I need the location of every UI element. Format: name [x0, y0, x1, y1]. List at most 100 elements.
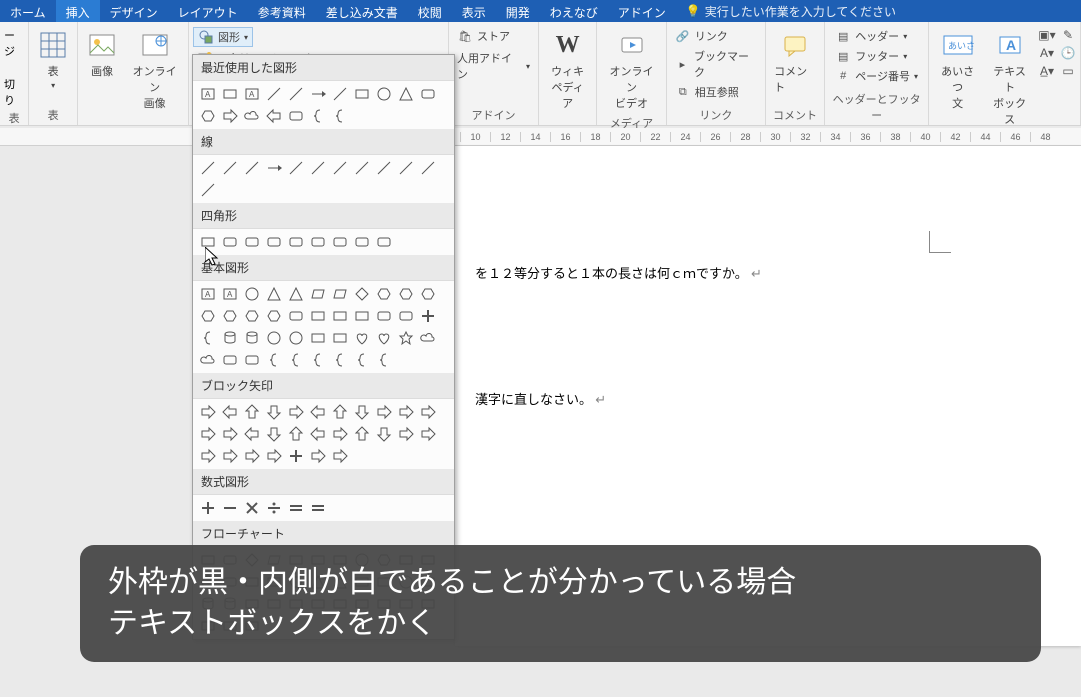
tab-home[interactable]: ホーム [0, 0, 56, 22]
shape-line[interactable] [285, 83, 307, 105]
shape-hex[interactable] [219, 305, 241, 327]
shape-eq[interactable] [307, 497, 329, 519]
shape-arrowR[interactable] [307, 445, 329, 467]
shape-arrowU[interactable] [351, 423, 373, 445]
footer-button[interactable]: ▤ フッター ▾ [831, 47, 911, 65]
shape-textbox[interactable]: A [197, 83, 219, 105]
shape-arrowR[interactable] [395, 401, 417, 423]
shape-hex[interactable] [417, 283, 439, 305]
shape-line[interactable] [329, 157, 351, 179]
shape-arrowR[interactable] [285, 401, 307, 423]
store-button[interactable]: 🛍 ストア [453, 27, 514, 45]
shape-arrowL[interactable] [307, 423, 329, 445]
shape-roundrect[interactable] [241, 349, 263, 371]
shape-line[interactable] [285, 157, 307, 179]
online-image-button[interactable]: オンライン 画像 [125, 27, 184, 113]
shape-cloud[interactable] [241, 105, 263, 127]
online-video-button[interactable]: オンライン ビデオ [601, 27, 662, 113]
shape-rect[interactable] [351, 305, 373, 327]
shape-triangle[interactable] [263, 283, 285, 305]
shape-cloud[interactable] [417, 327, 439, 349]
quickparts-icon[interactable]: ▣▾ [1039, 27, 1055, 43]
shape-hex[interactable] [373, 283, 395, 305]
table-button[interactable]: 表 ▾ [33, 27, 73, 92]
shape-brace[interactable] [329, 349, 351, 371]
aisatsu-button[interactable]: あいさつ あいさつ 文 [933, 27, 982, 113]
shape-roundrect[interactable] [351, 231, 373, 253]
shape-roundrect[interactable] [373, 305, 395, 327]
shape-arrowR[interactable] [417, 401, 439, 423]
signature-icon[interactable]: ✎ [1060, 27, 1076, 43]
tab-review[interactable]: 校閲 [408, 0, 452, 22]
tab-addin[interactable]: アドイン [608, 0, 676, 22]
shape-arrowR[interactable] [329, 445, 351, 467]
shape-line[interactable] [219, 157, 241, 179]
shape-arrowR[interactable] [197, 401, 219, 423]
shape-circle[interactable] [373, 83, 395, 105]
tell-me-search[interactable]: 💡 実行したい作業を入力してください [676, 0, 906, 22]
shape-roundrect[interactable] [285, 105, 307, 127]
shape-roundrect[interactable] [263, 231, 285, 253]
shape-brace[interactable] [373, 349, 395, 371]
shape-textbox[interactable]: A [219, 283, 241, 305]
shape-parallelogram[interactable] [307, 283, 329, 305]
shape-brace[interactable] [285, 349, 307, 371]
tab-developer[interactable]: 開発 [496, 0, 540, 22]
shape-plus[interactable] [285, 445, 307, 467]
shape-line[interactable] [351, 157, 373, 179]
shape-circle[interactable] [263, 327, 285, 349]
comment-button[interactable]: コメント [770, 27, 820, 97]
shape-arrowL[interactable] [307, 401, 329, 423]
shape-arrowR[interactable] [417, 423, 439, 445]
shape-brace[interactable] [351, 349, 373, 371]
shape-arrowU[interactable] [241, 401, 263, 423]
shape-line[interactable] [197, 157, 219, 179]
shape-arrowL[interactable] [263, 105, 285, 127]
shape-arrow[interactable] [307, 83, 329, 105]
shape-arrowD[interactable] [263, 401, 285, 423]
shape-rect[interactable] [307, 327, 329, 349]
shape-line[interactable] [395, 157, 417, 179]
tab-insert[interactable]: 挿入 [56, 0, 100, 22]
shape-triangle[interactable] [395, 83, 417, 105]
tab-design[interactable]: デザイン [100, 0, 168, 22]
shape-cylinder[interactable] [241, 327, 263, 349]
page-number-button[interactable]: # ページ番号 ▾ [831, 67, 922, 85]
shape-arrowL[interactable] [219, 401, 241, 423]
shape-minus[interactable] [219, 497, 241, 519]
bookmark-button[interactable]: ▸ ブックマーク [671, 47, 761, 81]
shape-roundrect[interactable] [241, 231, 263, 253]
shape-arrow[interactable] [263, 157, 285, 179]
tab-mailings[interactable]: 差し込み文書 [316, 0, 408, 22]
shape-line[interactable] [373, 157, 395, 179]
shape-arrowD[interactable] [373, 423, 395, 445]
tab-waenabi[interactable]: わえなび [540, 0, 608, 22]
shape-arrowU[interactable] [329, 401, 351, 423]
shape-arrowU[interactable] [285, 423, 307, 445]
shape-arrowD[interactable] [263, 423, 285, 445]
shape-cloud[interactable] [197, 349, 219, 371]
shape-arrowR[interactable] [241, 445, 263, 467]
shape-roundrect[interactable] [219, 349, 241, 371]
tab-references[interactable]: 参考資料 [248, 0, 316, 22]
shape-mult[interactable] [241, 497, 263, 519]
dropcap-icon[interactable]: A̲▾ [1039, 63, 1055, 79]
shape-arrowR[interactable] [329, 423, 351, 445]
shape-brace[interactable] [329, 105, 351, 127]
shape-arrowR[interactable] [263, 445, 285, 467]
link-button[interactable]: 🔗 リンク [671, 27, 732, 45]
shape-heart[interactable] [351, 327, 373, 349]
tab-layout[interactable]: レイアウト [168, 0, 248, 22]
shape-arrowR[interactable] [197, 445, 219, 467]
crossref-button[interactable]: ⧉ 相互参照 [671, 83, 743, 101]
shape-arrowD[interactable] [351, 401, 373, 423]
shape-line[interactable] [263, 83, 285, 105]
shape-div[interactable] [263, 497, 285, 519]
shape-roundrect[interactable] [219, 231, 241, 253]
header-button[interactable]: ▤ ヘッダー ▾ [831, 27, 911, 45]
shape-arrowR[interactable] [219, 445, 241, 467]
shape-rect[interactable] [307, 305, 329, 327]
image-button[interactable]: 画像 [82, 27, 122, 81]
shape-triangle[interactable] [285, 283, 307, 305]
shape-hex[interactable] [197, 305, 219, 327]
